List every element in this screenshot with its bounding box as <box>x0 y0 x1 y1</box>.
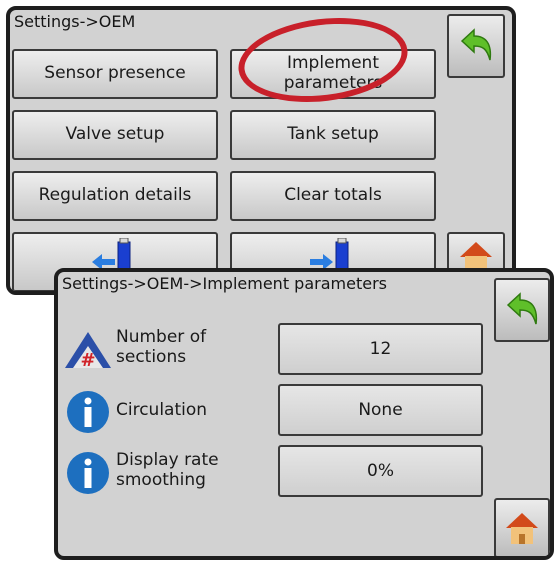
settings-oem-panel: Settings->OEM Sensor presence Implement … <box>6 6 516 295</box>
info-icon <box>67 391 109 433</box>
page-title: Settings->OEM <box>14 12 136 31</box>
display-rate-smoothing-label-line1: Display rate <box>116 450 219 470</box>
circulation-label: Circulation <box>116 400 208 421</box>
tank-setup-label: Tank setup <box>287 124 379 145</box>
svg-text:#: # <box>80 350 95 371</box>
back-arrow-icon <box>460 28 492 61</box>
back-button[interactable] <box>447 14 505 78</box>
display-rate-smoothing-label-line2: smoothing <box>116 469 206 490</box>
implement-parameters-label-line1: Implement <box>286 53 379 74</box>
implement-parameters-panel: Settings->OEM->Implement parameters # Nu… <box>54 268 554 560</box>
valve-setup-button[interactable]: Valve setup <box>12 110 218 160</box>
sensor-presence-button[interactable]: Sensor presence <box>12 49 218 99</box>
regulation-details-button[interactable]: Regulation details <box>12 171 218 221</box>
back-arrow-icon <box>506 292 538 325</box>
tank-setup-button[interactable]: Tank setup <box>230 110 436 160</box>
number-of-sections-label: Number of sections <box>116 327 207 367</box>
sensor-presence-label: Sensor presence <box>44 63 186 84</box>
circulation-label-line1: Circulation <box>116 400 208 420</box>
home-button[interactable] <box>494 498 550 556</box>
number-of-sections-label-line1: Number of <box>116 327 207 347</box>
info-icon <box>67 452 109 494</box>
number-of-sections-icon: # <box>65 332 111 371</box>
back-button[interactable] <box>494 278 550 342</box>
circulation-value-button[interactable]: None <box>278 384 483 436</box>
clear-totals-button[interactable]: Clear totals <box>230 171 436 221</box>
regulation-details-label: Regulation details <box>38 185 192 206</box>
implement-parameters-label-line2: parameters <box>283 73 383 93</box>
circulation-value: None <box>358 400 403 420</box>
home-icon <box>506 513 538 544</box>
number-of-sections-value: 12 <box>369 339 392 359</box>
number-of-sections-value-button[interactable]: 12 <box>278 323 483 375</box>
number-of-sections-label-line2: sections <box>116 346 187 367</box>
clear-totals-label: Clear totals <box>284 185 382 206</box>
valve-setup-label: Valve setup <box>65 124 165 145</box>
implement-parameters-button[interactable]: Implement parameters <box>230 49 436 99</box>
display-rate-smoothing-value: 0% <box>367 461 394 481</box>
display-rate-smoothing-label: Display rate smoothing <box>116 450 219 490</box>
display-rate-smoothing-value-button[interactable]: 0% <box>278 445 483 497</box>
page-title: Settings->OEM->Implement parameters <box>62 274 387 293</box>
